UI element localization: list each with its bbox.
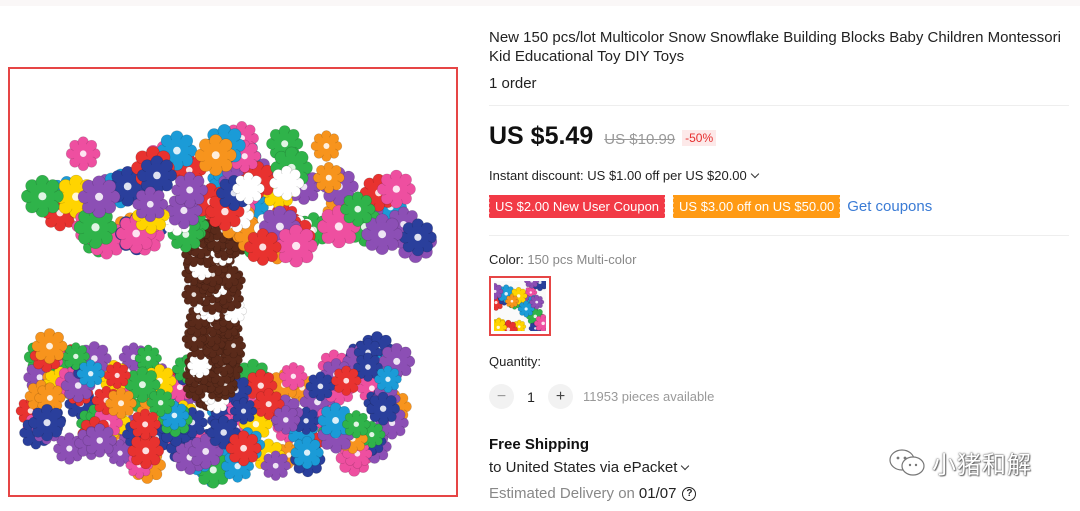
- divider: [489, 235, 1069, 236]
- help-icon[interactable]: ?: [682, 486, 697, 501]
- canopy-snowflake-block: [65, 136, 101, 172]
- watermark-text: 小猪和解: [932, 451, 1032, 479]
- top-strip: [0, 0, 1080, 6]
- base-snowflake-block: [103, 361, 131, 390]
- coupon-row: US $2.00 New User Coupon US $3.00 off on…: [487, 195, 932, 218]
- base-snowflake-block: [28, 403, 66, 442]
- snowflake-blocks-tree-image: [15, 120, 438, 489]
- quantity-increase-button[interactable]: +: [548, 384, 573, 409]
- base-snowflake-block: [270, 405, 301, 435]
- canopy-snowflake-block: [243, 228, 282, 266]
- order-count: 1 order: [489, 75, 537, 92]
- base-snowflake-block: [31, 328, 68, 365]
- watermark: 小猪和解: [888, 445, 1032, 480]
- chevron-down-icon: [750, 169, 760, 178]
- product-info: New 150 pcs/lot Multicolor Snow Snowflak…: [489, 28, 1074, 92]
- product-title: New 150 pcs/lot Multicolor Snow Snowflak…: [489, 29, 1061, 65]
- delivery-date: 01/07: [638, 485, 677, 502]
- threshold-coupon[interactable]: US $3.00 off on US $50.00: [672, 195, 841, 218]
- instant-discount[interactable]: Instant discount: US $1.00 off per US $2…: [489, 168, 760, 183]
- swatch-snowflake-block: [529, 294, 545, 310]
- swatch-snowflake-block: [504, 294, 520, 309]
- get-coupons-link[interactable]: Get coupons: [847, 198, 932, 215]
- new-user-coupon[interactable]: US $2.00 New User Coupon: [487, 195, 666, 218]
- color-label: Color:: [489, 252, 524, 267]
- canopy-snowflake-block: [77, 175, 121, 219]
- base-snowflake-block: [260, 450, 291, 481]
- divider: [489, 105, 1069, 106]
- estimated-delivery: Estimated Delivery on 01/07 ?: [489, 485, 697, 502]
- shipping-title: Free Shipping: [489, 436, 590, 453]
- instant-discount-text: Instant discount: US $1.00 off per US $2…: [489, 168, 747, 183]
- base-snowflake-block: [290, 435, 324, 470]
- base-snowflake-block: [229, 397, 258, 425]
- base-snowflake-block: [366, 391, 401, 426]
- base-snowflake-block: [305, 371, 336, 402]
- canopy-snowflake-block: [171, 171, 209, 209]
- new-user-coupon-label: US $2.00 New User Coupon: [495, 199, 660, 214]
- product-main-image[interactable]: [8, 67, 458, 497]
- color-label-row: Color: 150 pcs Multi-color: [489, 252, 636, 267]
- canopy-snowflake-block: [398, 218, 437, 257]
- base-snowflake-block: [330, 365, 362, 396]
- base-snowflake-block: [374, 365, 402, 394]
- quantity-stepper: − 1 + 11953 pieces available: [489, 384, 714, 409]
- base-snowflake-block: [76, 359, 106, 388]
- canopy-snowflake-block: [340, 191, 376, 227]
- canopy-snowflake-block: [232, 172, 265, 205]
- canopy-snowflake-block: [136, 155, 177, 196]
- canopy-snowflake-block: [376, 169, 416, 209]
- chat-bubbles-icon: [889, 448, 925, 476]
- canopy-snowflake-block: [194, 134, 237, 177]
- original-price: US $10.99: [604, 131, 676, 148]
- price-row: US $5.49 US $10.99 -50%: [489, 122, 717, 151]
- canopy-snowflake-block: [21, 174, 64, 218]
- base-snowflake-block: [225, 430, 262, 467]
- base-snowflake-block: [341, 409, 371, 439]
- base-snowflake-block: [129, 408, 161, 441]
- chevron-down-icon: [681, 461, 690, 470]
- color-swatch-selected[interactable]: [489, 276, 551, 336]
- shipping-destination-text: to United States via ePacket: [489, 459, 678, 476]
- canopy-snowflake-block: [310, 130, 343, 162]
- delivery-label: Estimated Delivery on: [489, 485, 635, 502]
- canopy-snowflake-block: [132, 186, 169, 223]
- color-swatch-image: [494, 281, 546, 331]
- pieces-available: 11953 pieces available: [583, 389, 715, 404]
- base-snowflake-block: [105, 387, 137, 420]
- canopy-snowflake-block: [269, 165, 305, 201]
- quantity-label: Quantity:: [489, 354, 542, 369]
- canopy-snowflake-block: [312, 161, 345, 194]
- quantity-input[interactable]: 1: [514, 389, 548, 405]
- threshold-coupon-label: US $3.00 off on US $50.00: [679, 199, 835, 214]
- quantity-decrease-button[interactable]: −: [489, 384, 514, 409]
- base-snowflake-block: [279, 361, 308, 391]
- base-snowflake-block: [82, 423, 117, 458]
- color-value: 150 pcs Multi-color: [527, 252, 637, 267]
- discount-badge: -50%: [682, 130, 717, 146]
- shipping-destination[interactable]: to United States via ePacket: [489, 459, 690, 476]
- current-price: US $5.49: [489, 122, 594, 150]
